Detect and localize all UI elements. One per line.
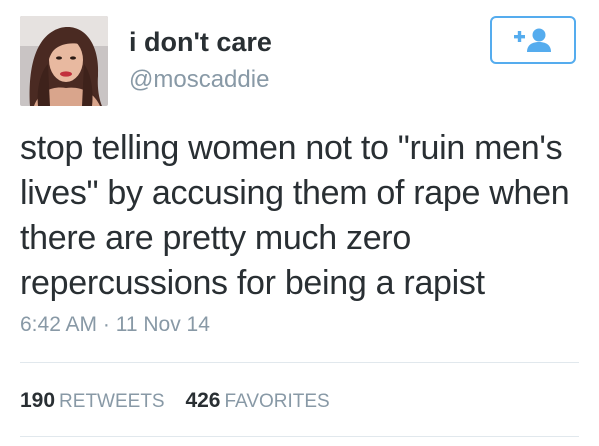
tweet-stats: 190 RETWEETS 426 FAVORITES [20, 389, 345, 413]
tweet-text-line: lives" by accusing them of rape when [20, 174, 570, 212]
tweet-card: i don't care @moscaddie stop telling wom… [0, 0, 599, 446]
avatar[interactable] [20, 16, 108, 106]
display-name[interactable]: i don't care [129, 27, 272, 58]
retweets-count: 190 [20, 389, 56, 412]
tweet-text-line: stop telling women not to "ruin men's [20, 129, 563, 167]
divider [20, 436, 579, 437]
favorites-label: FAVORITES [224, 391, 330, 412]
tweet-text: stop telling women not to "ruin men's li… [20, 126, 585, 306]
favorites-stat[interactable]: 426 FAVORITES [185, 389, 329, 413]
avatar-photo [20, 16, 108, 106]
retweets-stat[interactable]: 190 RETWEETS [20, 389, 165, 413]
tweet-timestamp[interactable]: 6:42 AM · 11 Nov 14 [20, 313, 210, 337]
tweet-text-line: repercussions for being a rapist [20, 264, 485, 302]
tweet-text-line: there are pretty much zero [20, 219, 411, 257]
divider [20, 362, 579, 363]
follow-button[interactable] [490, 16, 576, 64]
retweets-label: RETWEETS [59, 391, 165, 412]
follow-user-icon [514, 28, 551, 52]
favorites-count: 426 [185, 389, 221, 412]
user-handle[interactable]: @moscaddie [129, 66, 269, 94]
